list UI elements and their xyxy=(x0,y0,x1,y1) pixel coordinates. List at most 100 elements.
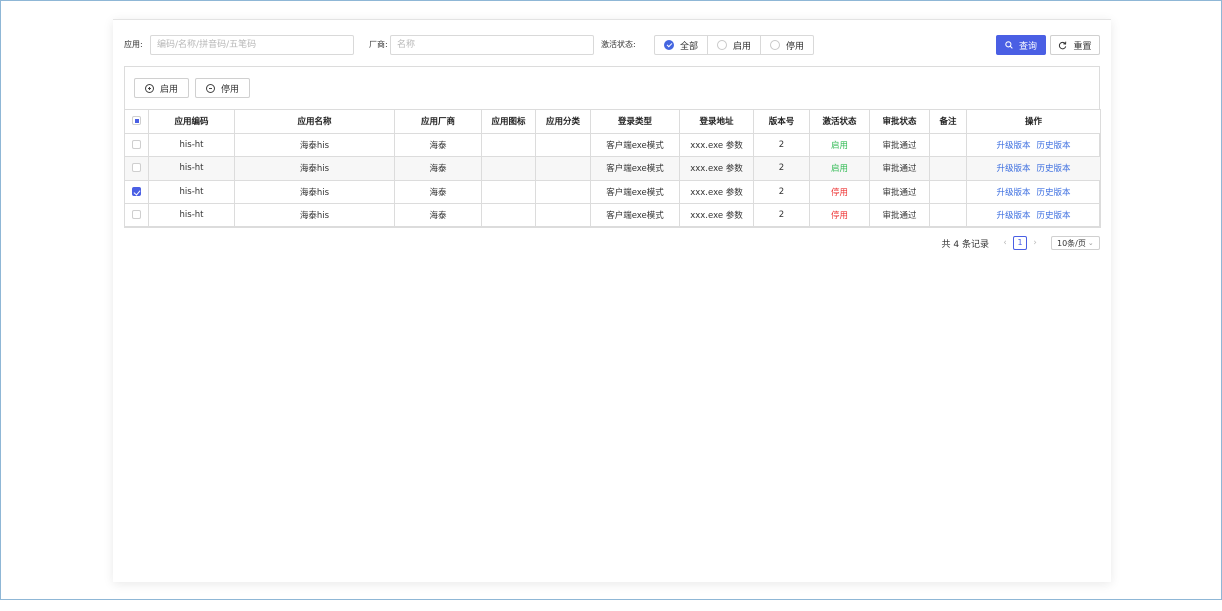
column-header: 登录地址 xyxy=(679,109,754,134)
column-header: 应用编码 xyxy=(148,109,235,134)
cell-approval: 审批通过 xyxy=(869,132,930,157)
cell-code: his-ht xyxy=(148,132,235,157)
cell-vendor: 海泰 xyxy=(394,132,482,157)
cell-remark xyxy=(929,203,967,228)
select-all-cell xyxy=(124,109,149,134)
column-header: 版本号 xyxy=(753,109,810,134)
status-option-enabled[interactable]: 启用 xyxy=(707,36,760,54)
cell-login-type: 客户端exe模式 xyxy=(590,156,680,181)
row-checkbox[interactable] xyxy=(132,163,141,173)
radio-checked-icon xyxy=(664,40,674,50)
cell-actions: 升级版本 历史版本 xyxy=(966,156,1101,181)
cell-status: 启用 xyxy=(809,132,870,157)
select-all-checkbox[interactable] xyxy=(132,116,141,126)
cell-login-addr: xxx.exe 参数 xyxy=(679,179,754,204)
cell-category xyxy=(535,156,591,181)
next-page-icon[interactable]: › xyxy=(1029,238,1041,248)
column-header: 备注 xyxy=(929,109,967,134)
refresh-icon xyxy=(1059,41,1067,49)
radio-unchecked-icon xyxy=(770,40,781,50)
app-filter-label: 应用: xyxy=(124,40,143,49)
column-header: 审批状态 xyxy=(869,109,930,134)
column-header: 操作 xyxy=(966,109,1101,134)
cell-icon xyxy=(481,203,536,228)
app-frame: 应用: 厂商: 激活状态: 全部 启用 停用 xyxy=(0,0,1222,600)
radio-unchecked-icon xyxy=(717,40,728,50)
cell-remark xyxy=(929,132,967,157)
history-version-link[interactable]: 历史版本 xyxy=(1037,141,1071,151)
minus-circle-icon xyxy=(206,83,216,93)
cell-remark xyxy=(929,179,967,204)
row-checkbox[interactable] xyxy=(132,139,141,149)
cell-approval: 审批通过 xyxy=(869,179,930,204)
cell-version: 2 xyxy=(753,156,810,181)
upgrade-version-link[interactable]: 升级版本 xyxy=(996,211,1030,221)
table-header-row: 应用编码 应用名称 应用厂商 应用图标 应用分类 登录类型 登录地址 版本号 激… xyxy=(124,109,1101,134)
page-number-current[interactable]: 1 xyxy=(1013,236,1027,250)
cell-status: 停用 xyxy=(809,203,870,228)
cell-actions: 升级版本 历史版本 xyxy=(966,179,1101,204)
app-search-input[interactable] xyxy=(150,35,354,55)
reset-button[interactable]: 重置 xyxy=(1050,35,1100,55)
vendor-search-input[interactable] xyxy=(390,35,594,55)
cell-code: his-ht xyxy=(148,203,235,228)
plus-circle-icon xyxy=(145,83,154,93)
reset-button-label: 重置 xyxy=(1073,41,1092,52)
cell-name: 海泰his xyxy=(234,156,395,181)
cell-version: 2 xyxy=(753,132,810,157)
query-button-label: 查询 xyxy=(1018,41,1037,52)
column-header: 应用分类 xyxy=(535,109,591,134)
cell-icon xyxy=(481,179,536,204)
cell-actions: 升级版本 历史版本 xyxy=(966,132,1101,157)
cell-remark xyxy=(929,156,967,181)
search-icon xyxy=(1005,41,1013,49)
history-version-link[interactable]: 历史版本 xyxy=(1037,211,1071,221)
filter-bar: 应用: 厂商: 激活状态: 全部 启用 停用 xyxy=(124,35,1100,55)
column-header: 激活状态 xyxy=(809,109,870,134)
status-option-all[interactable]: 全部 xyxy=(655,36,707,54)
column-header: 应用名称 xyxy=(234,109,395,134)
upgrade-version-link[interactable]: 升级版本 xyxy=(996,188,1030,198)
status-option-disabled[interactable]: 停用 xyxy=(760,36,813,54)
cell-name: 海泰his xyxy=(234,179,395,204)
history-version-link[interactable]: 历史版本 xyxy=(1037,188,1071,198)
cell-vendor: 海泰 xyxy=(394,156,482,181)
cell-name: 海泰his xyxy=(234,203,395,228)
cell-category xyxy=(535,132,591,157)
table-row[interactable]: his-ht 海泰his 海泰 客户端exe模式 xxx.exe 参数 2 停用… xyxy=(124,203,1101,228)
enable-button[interactable]: 启用 xyxy=(134,78,190,98)
table-toolbar: 启用 停用 xyxy=(134,78,251,98)
cell-login-type: 客户端exe模式 xyxy=(590,132,680,157)
upgrade-version-link[interactable]: 升级版本 xyxy=(996,164,1030,174)
chevron-down-icon: ⌄ xyxy=(1087,239,1094,247)
cell-version: 2 xyxy=(753,179,810,204)
row-checkbox-checked[interactable] xyxy=(132,186,141,196)
cell-icon xyxy=(481,132,536,157)
column-header: 登录类型 xyxy=(590,109,680,134)
cell-category xyxy=(535,179,591,204)
status-filter-label: 激活状态: xyxy=(601,40,636,49)
page-size-select[interactable]: 10条/页 ⌄ xyxy=(1051,236,1100,250)
cell-icon xyxy=(481,156,536,181)
column-header: 应用厂商 xyxy=(394,109,482,134)
history-version-link[interactable]: 历史版本 xyxy=(1037,164,1071,174)
table-container: 启用 停用 应用编码 应用名称 应用厂商 应用图标 应用分类 登录类型 登录地址… xyxy=(124,66,1101,228)
cell-approval: 审批通过 xyxy=(869,156,930,181)
cell-actions: 升级版本 历史版本 xyxy=(966,203,1101,228)
prev-page-icon[interactable]: ‹ xyxy=(999,238,1011,248)
column-header: 应用图标 xyxy=(481,109,536,134)
row-checkbox[interactable] xyxy=(132,210,141,220)
disable-button[interactable]: 停用 xyxy=(195,78,251,98)
cell-code: his-ht xyxy=(148,179,235,204)
upgrade-version-link[interactable]: 升级版本 xyxy=(996,141,1030,151)
cell-name: 海泰his xyxy=(234,132,395,157)
table-row[interactable]: his-ht 海泰his 海泰 客户端exe模式 xxx.exe 参数 2 启用… xyxy=(124,156,1101,181)
cell-login-addr: xxx.exe 参数 xyxy=(679,156,754,181)
table-row[interactable]: his-ht 海泰his 海泰 客户端exe模式 xxx.exe 参数 2 停用… xyxy=(124,179,1101,204)
table-row[interactable]: his-ht 海泰his 海泰 客户端exe模式 xxx.exe 参数 2 启用… xyxy=(124,132,1101,157)
query-button[interactable]: 查询 xyxy=(996,35,1046,55)
vendor-filter-label: 厂商: xyxy=(369,40,388,49)
cell-approval: 审批通过 xyxy=(869,203,930,228)
status-option-label: 启用 xyxy=(733,41,752,52)
status-radio-group: 全部 启用 停用 xyxy=(654,35,815,55)
